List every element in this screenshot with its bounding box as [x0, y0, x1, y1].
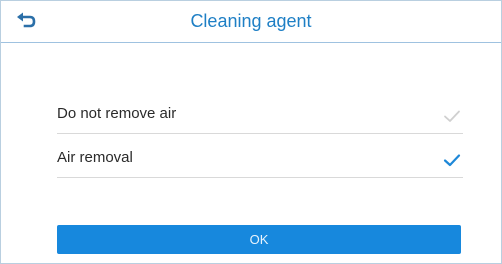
check-icon: [443, 154, 461, 167]
option-do-not-remove-air[interactable]: Do not remove air: [57, 99, 463, 134]
back-button[interactable]: [13, 9, 39, 33]
option-label: Air removal: [57, 149, 133, 166]
header-bar: Cleaning agent: [1, 1, 501, 43]
cleaning-agent-screen: Cleaning agent Do not remove air Air rem…: [0, 0, 502, 264]
ok-button[interactable]: OK: [57, 225, 461, 254]
page-title: Cleaning agent: [190, 11, 312, 31]
check-icon: [444, 110, 460, 122]
option-air-removal[interactable]: Air removal: [57, 143, 463, 178]
back-arrow-icon: [17, 12, 36, 28]
option-label: Do not remove air: [57, 105, 177, 122]
